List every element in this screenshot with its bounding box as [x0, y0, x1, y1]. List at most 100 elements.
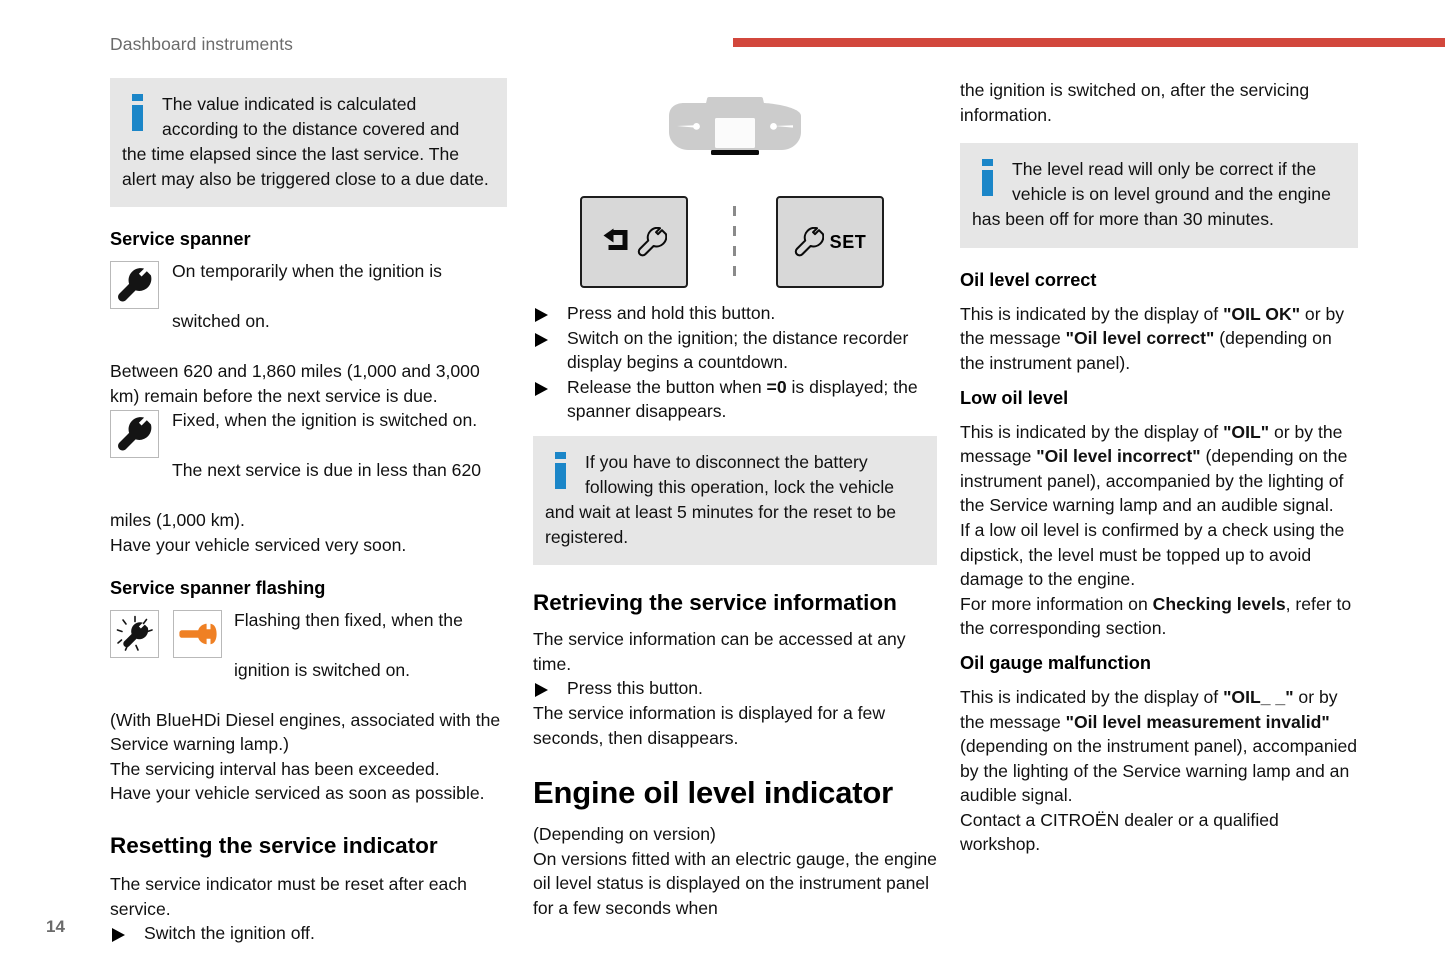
- info-box-level-read: The level read will only be correct if t…: [960, 143, 1358, 248]
- reset-step-release-value: =0: [766, 376, 787, 397]
- malfunction-p1: This is indicated by the display of: [960, 686, 1224, 707]
- reset-step-1: Switch the ignition off.: [110, 921, 507, 946]
- spanner-icon: [117, 268, 151, 302]
- bullet-triangle-icon: [535, 381, 548, 396]
- reset-step-release: Release the button when =0 is displayed;…: [533, 375, 937, 424]
- info-box-level-line-1: The level read will only be correct if t…: [1012, 159, 1317, 180]
- bullet-triangle-icon: [535, 308, 548, 322]
- info-box-line-2: according to the distance covered and: [162, 118, 460, 139]
- info-box-battery: If you have to disconnect the battery fo…: [533, 435, 937, 566]
- info-box-level-line-2: vehicle is on level ground and the engin…: [1012, 183, 1331, 204]
- oil-intro-text: On versions fitted with an electric gaug…: [533, 848, 937, 918]
- heading-service-spanner-flashing: Service spanner flashing: [110, 577, 326, 598]
- spanner-outline-icon: [637, 227, 667, 257]
- reset-step-release-a: Release the button when: [567, 376, 767, 397]
- heading-resetting-service-indicator: Resetting the service indicator: [110, 832, 438, 858]
- reset-step-press-hold-label: Press and hold this button.: [567, 303, 776, 323]
- flashing-line-2: ignition is switched on.: [234, 659, 411, 680]
- spanner-icon-box: [110, 261, 159, 310]
- miles-text: miles (1,000 km).: [110, 510, 245, 531]
- header-red-rule: [733, 38, 1445, 47]
- bullet-triangle-icon: [535, 332, 548, 347]
- interval-exceeded-text: The servicing interval has been exceeded…: [110, 758, 440, 779]
- low-oil-dipstick-text: If a low oil level is confirmed by a che…: [960, 519, 1345, 590]
- heading-oil-level-correct: Oil level correct: [960, 269, 1097, 290]
- reset-step-press-hold: Press and hold this button.: [533, 301, 937, 326]
- divider-dashed-line: [733, 206, 736, 278]
- low-oil-level-text: This is indicated by the display of "OIL…: [960, 420, 1358, 518]
- oil-gauge-malfunction-text: This is indicated by the display of "OIL…: [960, 685, 1358, 808]
- low-oil-b3: Checking levels: [1152, 593, 1286, 614]
- info-box-level-body: has been off for more than 30 minutes.: [972, 209, 1274, 230]
- info-icon: [130, 94, 150, 142]
- oil-correct-p1: This is indicated by the display of: [960, 303, 1224, 324]
- heading-engine-oil-level-indicator: Engine oil level indicator: [533, 775, 893, 811]
- spanner-temporary-line-2: switched on.: [172, 311, 270, 332]
- header-title: Dashboard instruments: [110, 34, 294, 54]
- flashing-spanner-icon-box: [110, 609, 159, 658]
- spanner-fixed-line-1: Fixed, when the ignition is switched on.: [172, 410, 478, 431]
- retrieving-step-label: Press this button.: [567, 678, 703, 699]
- spanner-icon: [117, 417, 151, 451]
- flashing-spanner-icon: [116, 615, 153, 651]
- right-column: the ignition is switched on, after the s…: [960, 78, 1358, 857]
- info-box-battery-line-2: following this operation, lock the vehic…: [585, 476, 895, 497]
- spanner-row-fixed: Fixed, when the ignition is switched on.…: [110, 408, 507, 508]
- info-box-line-1: The value indicated is calculated: [162, 94, 417, 114]
- reset-illustration: SET: [533, 78, 937, 293]
- spanner-icon-box-fixed: [110, 410, 159, 459]
- spanner-row-flashing: Flashing then fixed, when the ignition i…: [110, 608, 507, 708]
- middle-column: SET Press and hold this button. Switch o…: [533, 78, 937, 921]
- malfunction-contact-text: Contact a CITROËN dealer or a qualified …: [960, 809, 1279, 855]
- heading-low-oil-level: Low oil level: [960, 387, 1069, 408]
- set-button-label: SET: [829, 231, 867, 252]
- instrument-cluster-icon: [669, 97, 801, 155]
- depending-on-version-text: (Depending on version): [533, 824, 716, 845]
- flashing-line-1: Flashing then fixed, when the: [234, 609, 463, 630]
- return-arrow-icon: [603, 228, 628, 250]
- low-oil-p1: This is indicated by the display of: [960, 421, 1224, 442]
- orange-spanner-icon: [178, 623, 217, 644]
- reset-button-right[interactable]: SET: [776, 196, 884, 288]
- reset-text: The service indicator must be reset afte…: [110, 873, 467, 919]
- malfunction-p3: (depending on the instrument panel), acc…: [960, 736, 1358, 806]
- info-icon: [553, 451, 573, 500]
- low-oil-checking-levels-text: For more information on Checking levels,…: [960, 592, 1358, 641]
- bullet-triangle-icon: [535, 683, 548, 698]
- retrieving-step: Press this button.: [533, 676, 937, 701]
- page-number: 14: [46, 917, 65, 936]
- serviced-very-soon-text: Have your vehicle serviced very soon.: [110, 534, 407, 555]
- reset-step-switch-ignition-label: Switch on the ignition; the distance rec…: [567, 327, 909, 373]
- continuation-text: the ignition is switched on, after the s…: [960, 80, 1310, 125]
- bluehdi-text: (With BlueHDi Diesel engines, associated…: [110, 709, 501, 755]
- reset-step-switch-ignition: Switch on the ignition; the distance rec…: [533, 326, 937, 375]
- spanner-fixed-line-2: The next service is due in less than 620: [172, 460, 482, 481]
- heading-oil-gauge-malfunction: Oil gauge malfunction: [960, 652, 1151, 673]
- bullet-triangle-icon: [112, 928, 125, 943]
- spanner-temporary-line-1: On temporarily when the ignition is: [172, 261, 442, 282]
- info-box-calculated-value: The value indicated is calculated accord…: [110, 78, 507, 208]
- manual-page: Dashboard instruments The value indicate…: [0, 0, 1445, 963]
- spanner-row-temporary: On temporarily when the ignition is swit…: [110, 259, 507, 359]
- reset-button-left[interactable]: [580, 196, 688, 288]
- oil-correct-b1: "OIL OK": [1223, 303, 1301, 324]
- orange-spanner-icon-box: [173, 609, 222, 658]
- info-box-body: the time elapsed since the last service.…: [122, 144, 489, 189]
- retrieving-after-text: The service information is displayed for…: [533, 702, 886, 748]
- retrieving-text: The service information can be accessed …: [533, 629, 906, 674]
- serviced-asap-text: Have your vehicle serviced as soon as po…: [110, 783, 485, 804]
- oil-correct-b2: "Oil level correct": [1065, 328, 1215, 349]
- info-box-battery-body: and wait at least 5 minutes for the rese…: [545, 501, 897, 547]
- malfunction-b1: "OIL_ _": [1223, 686, 1294, 707]
- page-header: Dashboard instruments: [0, 0, 1445, 62]
- heading-service-spanner: Service spanner: [110, 229, 251, 250]
- left-column: The value indicated is calculated accord…: [110, 78, 507, 946]
- info-icon: [980, 159, 1000, 207]
- low-oil-p5a: For more information on: [960, 593, 1153, 614]
- reset-step-1-label: Switch the ignition off.: [144, 923, 315, 944]
- low-oil-b1: "OIL": [1223, 421, 1270, 442]
- between-miles-text: Between 620 and 1,860 miles (1,000 and 3…: [110, 361, 480, 406]
- oil-level-correct-text: This is indicated by the display of "OIL…: [960, 302, 1358, 376]
- heading-retrieving-service-information: Retrieving the service information: [533, 590, 897, 616]
- spanner-outline-icon: [794, 227, 824, 257]
